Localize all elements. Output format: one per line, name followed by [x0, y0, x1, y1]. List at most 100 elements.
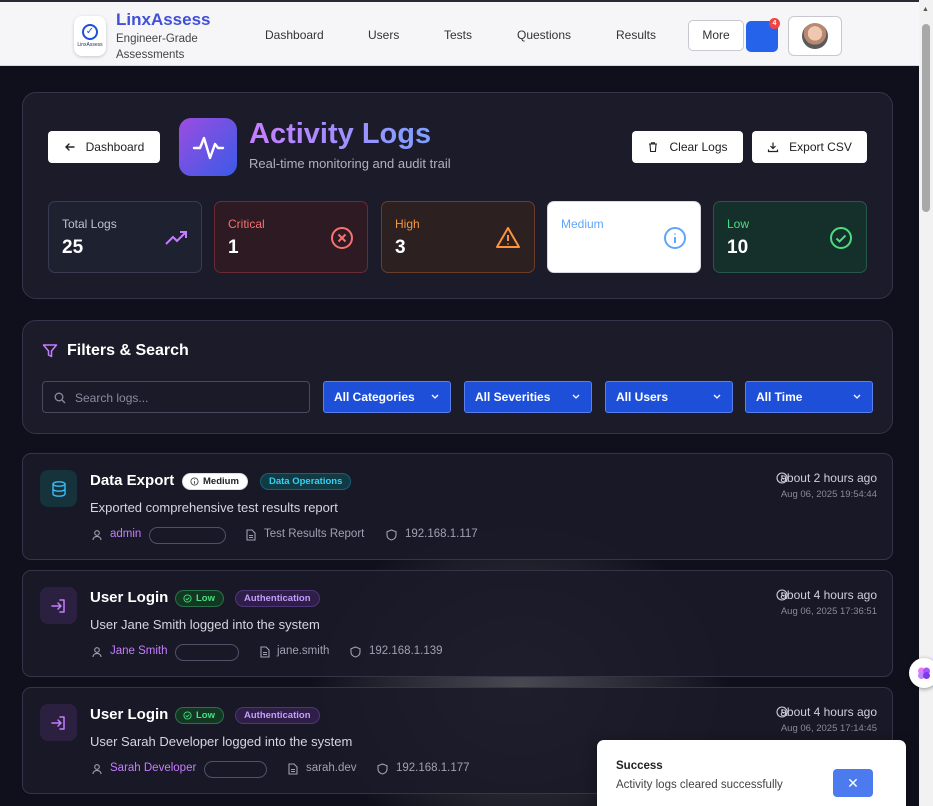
stat-value: 10	[727, 237, 749, 258]
filters-card	[22, 320, 893, 434]
log-timestamp: Aug 06, 2025 17:14:45	[780, 723, 877, 734]
log-user[interactable]: admin	[110, 528, 141, 540]
stat-value: 3	[395, 237, 406, 258]
avatar	[802, 23, 828, 49]
users-select[interactable]: All Users	[605, 381, 733, 413]
nav-tests[interactable]: Tests	[444, 28, 472, 42]
back-button-label: Dashboard	[85, 140, 145, 154]
user-icon	[92, 647, 102, 658]
user-icon	[92, 764, 102, 775]
time-select-value: All Time	[756, 390, 803, 404]
notification-badge: 4	[769, 18, 780, 29]
chevron-down-icon	[431, 394, 439, 399]
toast-title: Success	[616, 760, 663, 772]
stat-total-logs: Total Logs 25	[48, 201, 202, 273]
severity-badge: Low	[175, 590, 224, 607]
filter-icon	[42, 344, 58, 358]
log-user[interactable]: Jane Smith	[110, 645, 168, 657]
file-icon	[246, 529, 256, 541]
brain-icon	[918, 667, 930, 679]
log-user[interactable]: Sarah Developer	[110, 762, 196, 774]
check-circle-icon	[830, 227, 852, 249]
stat-label: Low	[727, 217, 750, 231]
info-icon	[664, 227, 686, 249]
chevron-down-icon	[713, 394, 721, 399]
success-toast: Success Activity logs cleared successful…	[597, 740, 906, 806]
logo-text: LinxAssess	[77, 42, 103, 48]
nav-dashboard[interactable]: Dashboard	[265, 28, 324, 42]
scrollbar-thumb[interactable]	[922, 24, 930, 212]
log-description: User Sarah Developer logged into the sys…	[90, 734, 353, 749]
check-circle-icon	[183, 594, 192, 603]
stat-label: High	[395, 217, 420, 231]
severity-label: Medium	[203, 476, 239, 487]
log-entry[interactable]: Data Export Medium Data Operations Expor…	[22, 453, 893, 560]
search-input[interactable]: Search logs...	[42, 381, 310, 413]
back-to-dashboard-button[interactable]: Dashboard	[48, 131, 160, 163]
log-timestamp: Aug 06, 2025 19:54:44	[780, 489, 877, 500]
stat-label: Medium	[561, 217, 604, 231]
info-icon	[190, 477, 199, 486]
filters-title: Filters & Search	[67, 342, 189, 359]
stat-value: 1	[228, 237, 239, 258]
user-pill	[149, 527, 226, 544]
search-icon	[54, 392, 66, 404]
user-icon	[92, 530, 102, 541]
severity-select[interactable]: All Severities	[464, 381, 592, 413]
brand-tagline: Engineer-Grade Assessments	[116, 33, 198, 61]
category-select[interactable]: All Categories	[323, 381, 451, 413]
log-ip: 192.168.1.177	[396, 762, 470, 774]
stat-label: Total Logs	[62, 217, 117, 231]
stat-low: Low 10	[713, 201, 867, 273]
stat-high: High 3	[381, 201, 535, 273]
severity-badge: Low	[175, 707, 224, 724]
file-icon	[288, 763, 298, 775]
more-menu-button[interactable]: More	[688, 20, 744, 51]
stat-label: Critical	[228, 217, 265, 231]
user-pill	[175, 644, 239, 661]
activity-icon	[179, 118, 237, 176]
category-badge: Authentication	[235, 707, 320, 724]
chevron-down-icon	[572, 394, 580, 399]
export-csv-button[interactable]: Export CSV	[752, 131, 867, 163]
login-icon	[40, 704, 77, 741]
trash-icon	[649, 142, 658, 153]
severity-select-value: All Severities	[475, 390, 551, 404]
log-title: Data Export	[90, 472, 175, 489]
log-resource: Test Results Report	[264, 528, 365, 540]
database-icon	[40, 470, 77, 507]
severity-badge: Medium	[182, 473, 248, 490]
assistant-float-button[interactable]	[909, 658, 933, 688]
user-pill	[204, 761, 267, 778]
log-time-ago: about 2 hours ago	[780, 471, 877, 485]
clear-logs-label: Clear Logs	[669, 140, 728, 154]
clear-logs-button[interactable]: Clear Logs	[632, 131, 743, 163]
top-navbar: ✓ LinxAssess LinxAssess Engineer-Grade A…	[0, 0, 919, 66]
toast-close-button[interactable]: ✕	[833, 769, 873, 797]
login-icon	[40, 587, 77, 624]
stat-value: 25	[62, 237, 84, 258]
time-select[interactable]: All Time	[745, 381, 873, 413]
log-title: User Login	[90, 706, 169, 723]
nav-questions[interactable]: Questions	[517, 28, 571, 42]
shield-icon	[386, 529, 397, 541]
severity-label: Low	[196, 593, 215, 604]
search-placeholder: Search logs...	[75, 391, 149, 405]
category-select-value: All Categories	[334, 390, 415, 404]
log-resource: jane.smith	[277, 645, 330, 657]
brand-name[interactable]: LinxAssess	[116, 10, 211, 30]
nav-results[interactable]: Results	[616, 28, 656, 42]
user-avatar-button[interactable]	[788, 16, 842, 56]
toast-message: Activity logs cleared successfully	[616, 779, 783, 791]
page-subtitle: Real-time monitoring and audit trail	[249, 156, 451, 171]
brand-logo[interactable]: ✓ LinxAssess	[74, 16, 106, 56]
scroll-up-icon[interactable]: ▲	[922, 6, 929, 13]
alert-triangle-icon	[496, 227, 520, 248]
severity-label: Low	[196, 710, 215, 721]
nav-users[interactable]: Users	[368, 28, 399, 42]
log-time-ago: about 4 hours ago	[780, 705, 877, 719]
log-entry[interactable]: User Login Low Authentication User Jane …	[22, 570, 893, 677]
log-timestamp: Aug 06, 2025 17:36:51	[780, 606, 877, 617]
notifications-button[interactable]: 4	[746, 18, 780, 52]
check-circle-icon	[183, 711, 192, 720]
